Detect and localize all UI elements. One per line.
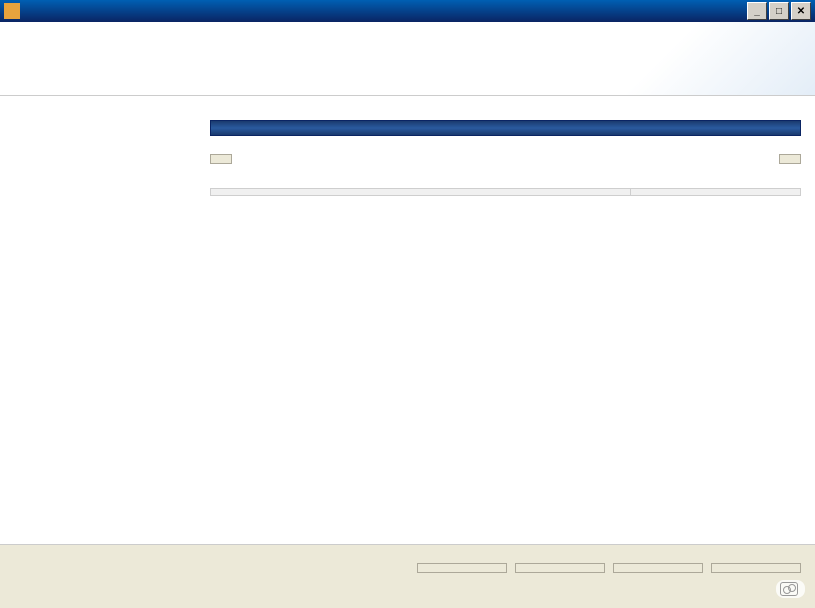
rules-table bbox=[210, 188, 801, 196]
table-header-rule bbox=[211, 189, 631, 196]
footer bbox=[0, 544, 815, 590]
close-button[interactable]: ✕ bbox=[791, 2, 811, 20]
progress-bar bbox=[210, 120, 801, 136]
cancel-button[interactable] bbox=[613, 563, 703, 573]
app-icon bbox=[4, 3, 20, 19]
watermark-icon bbox=[780, 582, 798, 596]
hide-details-button[interactable] bbox=[210, 154, 232, 164]
window-controls: _ □ ✕ bbox=[747, 2, 811, 20]
rerun-button[interactable] bbox=[779, 154, 801, 164]
watermark bbox=[776, 580, 805, 598]
help-button[interactable] bbox=[711, 563, 801, 573]
sidebar bbox=[0, 96, 200, 544]
content bbox=[0, 96, 815, 544]
titlebar: _ □ ✕ bbox=[0, 0, 815, 22]
header bbox=[0, 22, 815, 96]
next-button[interactable] bbox=[515, 563, 605, 573]
table-header-status bbox=[631, 189, 801, 196]
maximize-button[interactable]: □ bbox=[769, 2, 789, 20]
back-button[interactable] bbox=[417, 563, 507, 573]
minimize-button[interactable]: _ bbox=[747, 2, 767, 20]
main-panel bbox=[200, 96, 815, 544]
